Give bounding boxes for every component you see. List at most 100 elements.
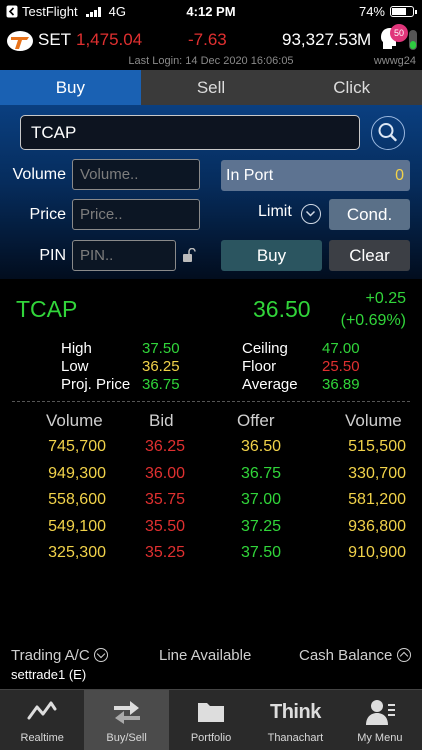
think-logo-icon: Think	[270, 701, 321, 723]
depth-bid-volume: 549,100	[48, 517, 106, 535]
high-value: 37.50	[142, 340, 180, 357]
offer-volume-header: Volume	[345, 411, 402, 430]
low-value: 36.25	[142, 358, 180, 375]
high-label: High	[61, 340, 92, 357]
index-name: SET	[38, 30, 72, 49]
depth-offer-volume: 936,800	[348, 517, 406, 535]
status-bar: TestFlight 4G 4:12 PM 74%	[0, 0, 422, 24]
depth-offer-price[interactable]: 37.50	[241, 544, 281, 562]
divider	[12, 401, 410, 402]
depth-bid-volume: 558,600	[48, 491, 106, 508]
tab-buy[interactable]: Buy	[0, 70, 141, 105]
index-header: SET 1,475.04 -7.63 93,327.53 M 50 Last L…	[0, 24, 422, 70]
bid-header: Bid	[149, 411, 174, 430]
nav-realtime[interactable]: Realtime	[0, 690, 84, 750]
account-id: settrade1 (E)	[11, 667, 87, 682]
user-code: wwwg24	[373, 55, 416, 67]
folder-icon	[198, 703, 225, 722]
buy-button[interactable]: Buy	[221, 240, 322, 271]
depth-bid-volume: 325,300	[48, 544, 106, 561]
nav-buy-sell[interactable]: Buy/Sell	[84, 690, 169, 750]
settrade-logo-icon	[7, 31, 33, 51]
tab-sell[interactable]: Sell	[140, 70, 282, 105]
depth-bid-price[interactable]: 35.50	[145, 518, 185, 536]
proj-price-value: 36.75	[142, 376, 180, 393]
nav-portfolio[interactable]: Portfolio	[169, 690, 253, 750]
last-login: Last Login: 14 Dec 2020 16:06:05	[128, 55, 294, 67]
quote-last-price: 36.50	[253, 296, 311, 322]
chevron-down-icon	[93, 648, 108, 662]
nav-my-menu-label: My Menu	[357, 732, 403, 744]
order-tabs: Buy Sell Click	[0, 70, 422, 105]
ceiling-label: Ceiling	[242, 340, 288, 357]
depth-bid-price[interactable]: 36.00	[145, 465, 185, 483]
nav-thanachart-label: Thanachart	[267, 732, 324, 744]
battery-percent: 74%	[358, 4, 385, 19]
cash-balance-label: Cash Balance	[299, 647, 393, 664]
quote-symbol: TCAP	[16, 296, 78, 322]
depth-offer-volume: 910,900	[348, 544, 406, 561]
depth-offer-volume: 581,200	[348, 491, 406, 508]
quote-change-percent: (+0.69%)	[340, 312, 406, 329]
nav-my-menu[interactable]: My Menu	[338, 690, 422, 750]
index-volume-unit: M	[357, 30, 372, 49]
order-type-label[interactable]: Limit	[258, 203, 292, 221]
user-menu-icon	[365, 700, 395, 725]
ceiling-value: 47.00	[322, 340, 360, 357]
depth-offer-volume: 515,500	[348, 438, 406, 455]
depth-offer-price[interactable]: 37.00	[241, 491, 281, 509]
depth-offer-price[interactable]: 37.25	[241, 518, 281, 536]
pin-input[interactable]: PIN..	[72, 240, 176, 271]
bottom-nav: Realtime Buy/Sell Portfolio Think Thanac…	[0, 689, 422, 750]
line-available-label: Line Available	[159, 647, 252, 664]
offer-header: Offer	[237, 411, 275, 430]
trading-account[interactable]: Trading A/C	[11, 647, 108, 664]
buy-sell-icon	[113, 701, 140, 724]
bid-volume-header: Volume	[46, 411, 103, 430]
in-port-value: 0	[395, 167, 404, 184]
depth-bid-price[interactable]: 35.25	[145, 544, 185, 562]
cash-balance[interactable]: Cash Balance	[299, 647, 411, 664]
notification-badge[interactable]: 50	[390, 24, 408, 42]
in-port-label: In Port	[226, 167, 274, 184]
order-form: TCAP Volume Volume.. In Port 0 Price Pri…	[0, 105, 422, 279]
depth-offer-price[interactable]: 36.75	[241, 465, 281, 483]
cond-button[interactable]: Cond.	[329, 199, 410, 230]
in-port-button[interactable]: In Port 0	[221, 160, 410, 191]
chevron-up-icon	[396, 648, 411, 662]
quote-change: +0.25	[365, 290, 406, 307]
market-toggle[interactable]	[409, 30, 417, 50]
depth-offer-volume: 330,700	[348, 464, 406, 482]
depth-bid-volume: 949,300	[48, 464, 106, 482]
proj-price-label: Proj. Price	[61, 376, 131, 393]
search-button[interactable]	[371, 116, 405, 150]
unlock-icon[interactable]	[182, 248, 196, 262]
index-value: 1,475.04	[76, 30, 143, 49]
volume-label: Volume	[12, 166, 66, 183]
price-input[interactable]: Price..	[72, 199, 200, 230]
trading-account-label: Trading A/C	[11, 647, 90, 664]
tab-click[interactable]: Click	[281, 70, 422, 105]
depth-offer-price[interactable]: 36.50	[241, 438, 281, 456]
price-label: Price	[29, 206, 66, 223]
nav-realtime-label: Realtime	[20, 732, 64, 744]
index-volume: 93,327.53	[282, 30, 358, 49]
depth-bid-price[interactable]: 35.75	[145, 491, 185, 509]
index-change: -7.63	[188, 30, 227, 49]
pin-label: PIN	[39, 247, 66, 264]
clear-button[interactable]: Clear	[329, 240, 410, 271]
line-chart-icon	[27, 701, 57, 720]
floor-label: Floor	[242, 358, 277, 375]
low-label: Low	[61, 358, 89, 375]
depth-bid-price[interactable]: 36.25	[145, 438, 185, 456]
floor-value: 25.50	[322, 358, 360, 375]
search-icon	[378, 123, 397, 142]
chevron-down-icon	[305, 210, 316, 217]
order-type-dropdown[interactable]	[301, 204, 321, 224]
nav-portfolio-label: Portfolio	[190, 732, 232, 744]
symbol-input[interactable]: TCAP	[20, 115, 360, 150]
average-value: 36.89	[322, 376, 360, 393]
nav-thanachart[interactable]: Think Thanachart	[253, 690, 337, 750]
depth-bid-volume: 745,700	[48, 438, 106, 455]
volume-input[interactable]: Volume..	[72, 159, 200, 190]
